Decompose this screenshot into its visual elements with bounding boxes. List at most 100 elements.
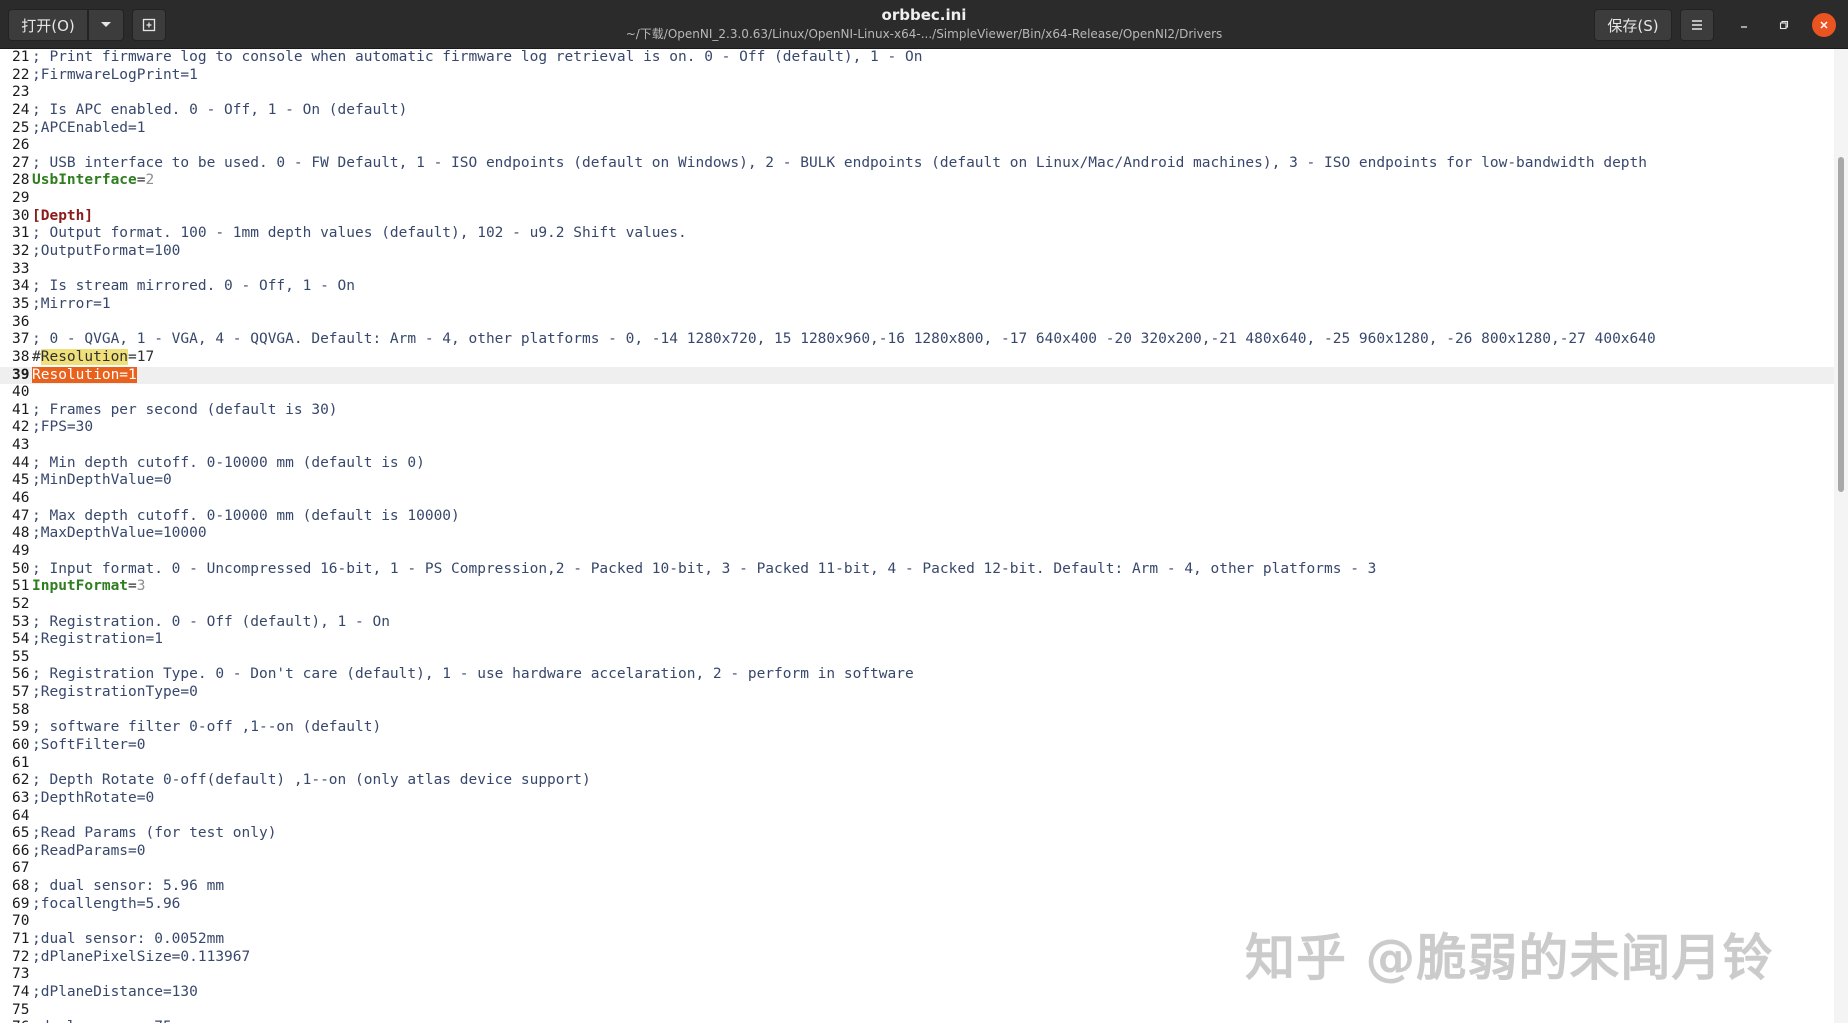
scrollbar-thumb[interactable]: [1838, 157, 1844, 492]
code-line[interactable]: 51 InputFormat=3: [0, 578, 1834, 596]
code-line[interactable]: 63 ;DepthRotate=0: [0, 790, 1834, 808]
line-text[interactable]: ;DepthRotate=0: [32, 790, 154, 806]
line-text[interactable]: ;MaxDepthValue=10000: [32, 525, 207, 541]
code-line[interactable]: 21; Print firmware log to console when a…: [0, 49, 1834, 67]
line-text[interactable]: ;Read Params (for test only): [32, 825, 276, 841]
line-text[interactable]: ;Mirror=1: [32, 296, 111, 312]
menu-button[interactable]: [1680, 9, 1714, 41]
line-text[interactable]: ;MinDepthValue=0: [32, 472, 172, 488]
selected-text[interactable]: Resolution=1: [32, 366, 137, 383]
editor-lines[interactable]: 21; Print firmware log to console when a…: [0, 49, 1834, 1023]
maximize-button[interactable]: [1772, 13, 1796, 37]
code-line[interactable]: 34; Is stream mirrored. 0 - Off, 1 - On: [0, 278, 1834, 296]
code-line[interactable]: 62; Depth Rotate 0-off(default) ,1--on (…: [0, 772, 1834, 790]
line-text[interactable]: ;Registration=1: [32, 631, 163, 647]
line-text[interactable]: ; Depth Rotate 0-off(default) ,1--on (on…: [32, 772, 591, 788]
code-line[interactable]: 37; 0 - QVGA, 1 - VGA, 4 - QQVGA. Defaul…: [0, 331, 1834, 349]
line-text[interactable]: [Depth]: [32, 208, 93, 224]
code-line[interactable]: 56; Registration Type. 0 - Don't care (d…: [0, 666, 1834, 684]
line-text[interactable]: ; USB interface to be used. 0 - FW Defau…: [32, 155, 1647, 171]
line-text[interactable]: ; Is stream mirrored. 0 - Off, 1 - On: [32, 278, 355, 294]
code-line[interactable]: 43: [0, 437, 1834, 455]
code-line[interactable]: 44; Min depth cutoff. 0-10000 mm (defaul…: [0, 455, 1834, 473]
code-line[interactable]: 67: [0, 860, 1834, 878]
code-line[interactable]: 54 ;Registration=1: [0, 631, 1834, 649]
line-text[interactable]: ;FirmwareLogPrint=1: [32, 67, 198, 83]
line-text[interactable]: ;dual sensor: 75: [32, 1019, 172, 1023]
line-text[interactable]: ;SoftFilter=0: [32, 737, 146, 753]
save-button[interactable]: 保存(S): [1594, 9, 1672, 41]
code-line[interactable]: 42 ;FPS=30: [0, 419, 1834, 437]
code-line[interactable]: 23: [0, 84, 1834, 102]
line-text[interactable]: ;ReadParams=0: [32, 843, 146, 859]
line-text[interactable]: ; Registration Type. 0 - Don't care (def…: [32, 666, 914, 682]
line-text[interactable]: ; Print firmware log to console when aut…: [32, 49, 922, 65]
line-text[interactable]: ; Is APC enabled. 0 - Off, 1 - On (defau…: [32, 102, 407, 118]
line-text[interactable]: Resolution=1: [32, 366, 137, 383]
code-line[interactable]: 65 ;Read Params (for test only): [0, 825, 1834, 843]
line-text[interactable]: ; Frames per second (default is 30): [32, 402, 338, 418]
code-line[interactable]: 76;dual sensor: 75: [0, 1019, 1834, 1023]
vertical-scrollbar[interactable]: [1834, 49, 1848, 1023]
code-line[interactable]: 40: [0, 384, 1834, 402]
code-line[interactable]: 26: [0, 137, 1834, 155]
code-line[interactable]: 32 ;OutputFormat=100: [0, 243, 1834, 261]
code-line[interactable]: 59; software filter 0-off ,1--on (defaul…: [0, 719, 1834, 737]
code-line[interactable]: 48 ;MaxDepthValue=10000: [0, 525, 1834, 543]
close-button[interactable]: [1812, 13, 1836, 37]
line-text[interactable]: ;FPS=30: [32, 419, 93, 435]
code-line[interactable]: 68; dual sensor: 5.96 mm: [0, 878, 1834, 896]
line-text[interactable]: ; Output format. 100 - 1mm depth values …: [32, 225, 687, 241]
code-line[interactable]: 22 ;FirmwareLogPrint=1: [0, 67, 1834, 85]
code-line[interactable]: 66 ;ReadParams=0: [0, 843, 1834, 861]
open-button[interactable]: 打开(O): [8, 9, 88, 41]
line-text[interactable]: ;APCEnabled=1: [32, 120, 146, 136]
code-line[interactable]: 31; Output format. 100 - 1mm depth value…: [0, 225, 1834, 243]
code-line[interactable]: 49: [0, 543, 1834, 561]
code-line[interactable]: 30 [Depth]: [0, 208, 1834, 226]
code-line[interactable]: 69 ;focallength=5.96: [0, 896, 1834, 914]
open-menu-button[interactable]: [88, 9, 124, 41]
code-line[interactable]: 39 Resolution=1: [0, 366, 1834, 385]
line-text[interactable]: ;RegistrationType=0: [32, 684, 198, 700]
line-text[interactable]: ; Registration. 0 - Off (default), 1 - O…: [32, 614, 390, 630]
code-line[interactable]: 50; Input format. 0 - Uncompressed 16-bi…: [0, 561, 1834, 579]
line-text[interactable]: ; Input format. 0 - Uncompressed 16-bit,…: [32, 561, 1376, 577]
code-line[interactable]: 75: [0, 1002, 1834, 1020]
code-line[interactable]: 47; Max depth cutoff. 0-10000 mm (defaul…: [0, 508, 1834, 526]
line-text[interactable]: ; Min depth cutoff. 0-10000 mm (default …: [32, 455, 425, 471]
code-line[interactable]: 41; Frames per second (default is 30): [0, 402, 1834, 420]
code-line[interactable]: 36: [0, 314, 1834, 332]
code-line[interactable]: 64: [0, 808, 1834, 826]
line-text[interactable]: ;focallength=5.96: [32, 896, 180, 912]
code-line[interactable]: 29: [0, 190, 1834, 208]
code-line[interactable]: 52: [0, 596, 1834, 614]
minimize-button[interactable]: [1732, 13, 1756, 37]
line-text[interactable]: #Resolution=17: [32, 348, 154, 365]
text-editor[interactable]: 21; Print firmware log to console when a…: [0, 49, 1848, 1023]
line-text[interactable]: ;dPlaneDistance=130: [32, 984, 198, 1000]
line-text[interactable]: UsbInterface=2: [32, 172, 154, 188]
code-line[interactable]: 25 ;APCEnabled=1: [0, 120, 1834, 138]
code-line[interactable]: 53; Registration. 0 - Off (default), 1 -…: [0, 614, 1834, 632]
code-line[interactable]: 24; Is APC enabled. 0 - Off, 1 - On (def…: [0, 102, 1834, 120]
line-text[interactable]: ;dual sensor: 0.0052mm: [32, 931, 224, 947]
line-text[interactable]: ; software filter 0-off ,1--on (default): [32, 719, 381, 735]
code-line[interactable]: 60 ;SoftFilter=0: [0, 737, 1834, 755]
code-line[interactable]: 46: [0, 490, 1834, 508]
code-line[interactable]: 33: [0, 261, 1834, 279]
code-line[interactable]: 58: [0, 702, 1834, 720]
new-document-button[interactable]: [132, 9, 166, 41]
line-text[interactable]: ;dPlanePixelSize=0.113967: [32, 949, 250, 965]
line-text[interactable]: InputFormat=3: [32, 578, 146, 594]
line-text[interactable]: ;OutputFormat=100: [32, 243, 180, 259]
code-line[interactable]: 28 UsbInterface=2: [0, 172, 1834, 190]
code-line[interactable]: 27; USB interface to be used. 0 - FW Def…: [0, 155, 1834, 173]
line-text[interactable]: ; dual sensor: 5.96 mm: [32, 878, 224, 894]
code-line[interactable]: 35 ;Mirror=1: [0, 296, 1834, 314]
code-line[interactable]: 38 #Resolution=17: [0, 348, 1834, 367]
code-line[interactable]: 55: [0, 649, 1834, 667]
code-line[interactable]: 57 ;RegistrationType=0: [0, 684, 1834, 702]
code-line[interactable]: 45 ;MinDepthValue=0: [0, 472, 1834, 490]
code-line[interactable]: 61: [0, 755, 1834, 773]
